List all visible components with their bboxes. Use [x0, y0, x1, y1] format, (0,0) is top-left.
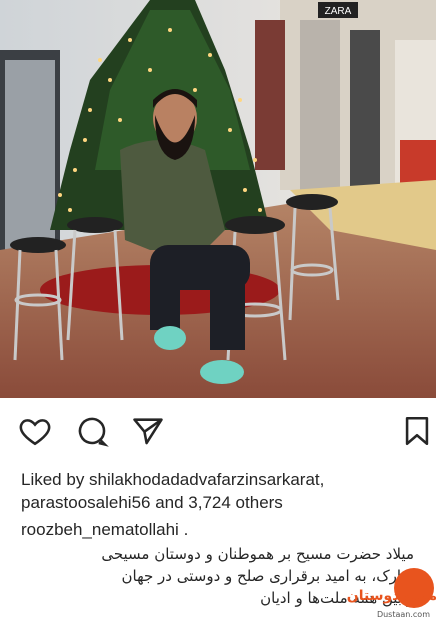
liker-username[interactable]: shilakhodadadvafarzinsarkarat,: [89, 470, 324, 489]
likes-and: and: [150, 493, 189, 512]
post-action-bar: [0, 410, 436, 450]
likes-count[interactable]: 3,724 others: [188, 493, 283, 512]
bookmark-icon[interactable]: [400, 414, 434, 448]
liker-username-2[interactable]: parastoosalehi56: [21, 493, 150, 512]
caption-line-1: میلاد حضرت مسیح بر هموطنان و دوستان مسیح…: [101, 545, 414, 563]
watermark-site: Dustaan.com: [376, 610, 430, 619]
send-icon[interactable]: [131, 414, 165, 448]
heart-icon[interactable]: [18, 414, 52, 448]
watermark-logo-text: مجله دوستان: [347, 588, 436, 604]
likes-summary: Liked by shilakhodadadvafarzinsarkarat, …: [21, 468, 426, 514]
likes-prefix: Liked by: [21, 470, 90, 489]
author-username[interactable]: roozbeh_nematollahi: [21, 520, 179, 539]
author-suffix: .: [178, 520, 189, 539]
caption-author-line: roozbeh_nematollahi .: [21, 520, 188, 540]
post-photo[interactable]: ZARA: [0, 0, 436, 398]
store-sign: ZARA: [325, 6, 352, 17]
comment-icon[interactable]: [75, 414, 109, 448]
